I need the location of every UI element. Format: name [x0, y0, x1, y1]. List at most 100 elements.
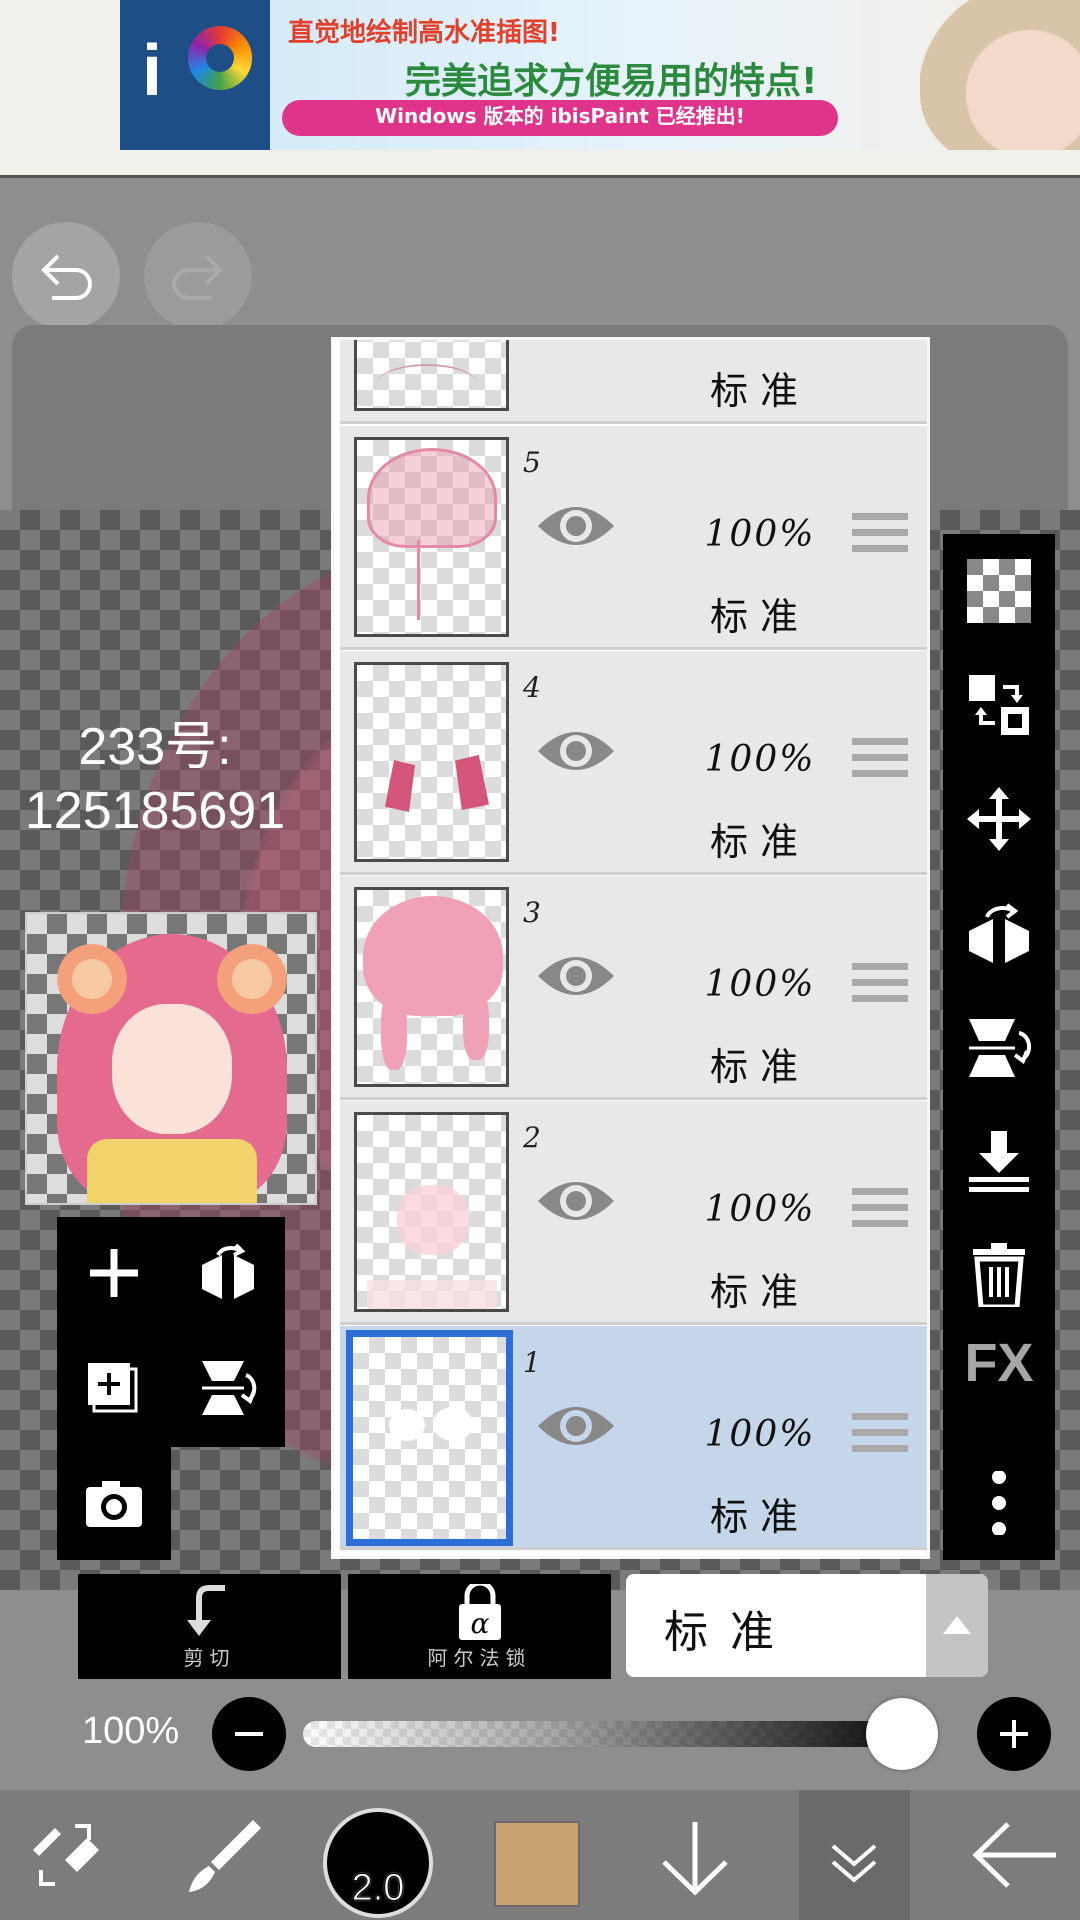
opacity-increase-button[interactable]: [977, 1697, 1051, 1771]
eye-icon[interactable]: [536, 948, 616, 1004]
flip-vertical-button[interactable]: [943, 990, 1055, 1104]
ad-headline: 直觉地绘制高水准插图!: [288, 18, 560, 48]
layer-blend-mode: 标准: [709, 1495, 810, 1539]
thumb-eye-highlight-art: [433, 1407, 473, 1441]
thumb-hair-art: [385, 760, 415, 812]
redo-button[interactable]: [144, 222, 252, 330]
color-swatch[interactable]: [494, 1821, 580, 1907]
watermark-line2: 125185691: [24, 782, 286, 840]
delete-layer-button[interactable]: [943, 1218, 1055, 1332]
thumb-hair-art: [463, 990, 489, 1060]
layer-tools-panel: [57, 1217, 285, 1447]
blend-mode-value: 标准: [664, 1607, 796, 1658]
drag-handle-icon[interactable]: [852, 963, 908, 1009]
back-arrow-icon: [972, 1822, 1056, 1888]
layer-down-button[interactable]: [645, 1790, 745, 1920]
flip-vertical-icon: [969, 1019, 1031, 1077]
layer-number: 5: [523, 446, 541, 479]
reference-preview[interactable]: [25, 912, 317, 1205]
duplicate-layer-button[interactable]: [57, 1331, 171, 1444]
triangle-up-icon[interactable]: [926, 1574, 988, 1677]
trash-icon: [973, 1243, 1025, 1307]
layer-row[interactable]: 4 100% 标准: [340, 651, 927, 875]
more-options-button[interactable]: [943, 1446, 1055, 1560]
layer-thumbnail: [354, 1112, 509, 1312]
layer-number: 3: [523, 896, 541, 929]
preview-flowers-right: [217, 944, 287, 1014]
flip-layer-horizontal-button[interactable]: [171, 1217, 285, 1330]
minus-icon: [235, 1732, 263, 1736]
flip-horizontal-button[interactable]: [943, 876, 1055, 990]
clipping-button[interactable]: 剪切: [78, 1574, 341, 1679]
add-layer-icon: [90, 1249, 138, 1297]
layer-menu-toggle-button[interactable]: [799, 1790, 910, 1920]
ad-banner[interactable]: i 直觉地绘制高水准插图! 完美追求方便易用的特点! Windows 版本的 i…: [120, 0, 1080, 150]
eye-icon[interactable]: [536, 1398, 616, 1454]
layer-row[interactable]: 5 100% 标准: [340, 426, 927, 650]
layer-row-selected[interactable]: 1 100% 标准: [340, 1326, 927, 1550]
transparent-fill-button[interactable]: [943, 534, 1055, 648]
layer-opacity: 100%: [704, 739, 816, 780]
flip-layer-horizontal-icon: [202, 1243, 254, 1299]
back-button[interactable]: [960, 1790, 1070, 1920]
layer-blend-mode: 标准: [709, 595, 810, 639]
tool-selector-button[interactable]: [0, 1790, 130, 1920]
canvas-watermark: 233号: 125185691: [0, 715, 310, 843]
add-layer-button[interactable]: [57, 1217, 171, 1330]
layer-blend-mode: 标准: [709, 820, 810, 864]
merge-down-button[interactable]: [943, 1104, 1055, 1218]
layer-swap-button[interactable]: [943, 648, 1055, 762]
merge-down-icon: [969, 1131, 1029, 1192]
thumb-strand-art: [417, 540, 437, 620]
duplicate-layer-icon: [88, 1363, 138, 1413]
opacity-slider[interactable]: [303, 1721, 933, 1747]
eye-icon[interactable]: [536, 498, 616, 554]
thumb-hair-art: [455, 755, 489, 810]
eye-icon[interactable]: [536, 723, 616, 779]
thumb-body-art: [367, 1280, 497, 1309]
blend-mode-select[interactable]: 标准: [626, 1574, 988, 1677]
layer-blend-mode: 标准: [709, 1270, 810, 1314]
drag-handle-icon[interactable]: [852, 1413, 908, 1459]
chevron-double-down-icon: [831, 1844, 877, 1883]
layer-thumbnail: [346, 1330, 513, 1546]
layer-thumbnail: [354, 662, 509, 862]
flip-layer-vertical-button[interactable]: [171, 1331, 285, 1444]
camera-button[interactable]: [57, 1447, 171, 1560]
layer-row[interactable]: 3 100% 标准: [340, 876, 927, 1100]
plus-icon: [1000, 1720, 1028, 1748]
ad-windows-notice: Windows 版本的 ibisPaint 已经推出!: [282, 100, 838, 136]
preview-face: [112, 1004, 232, 1134]
layer-opacity: 100%: [704, 1189, 816, 1230]
brush-size-value: 2.0: [351, 1867, 405, 1910]
ad-area: i 直觉地绘制高水准插图! 完美追求方便易用的特点! Windows 版本的 i…: [0, 0, 1080, 178]
arrow-down-icon: [662, 1822, 728, 1896]
watermark-line1: 233号:: [78, 718, 232, 776]
brush-button[interactable]: [170, 1790, 280, 1920]
opacity-value: 100%: [82, 1710, 180, 1752]
layer-row[interactable]: 2 100% 标准: [340, 1101, 927, 1325]
layer-row[interactable]: 标准: [340, 340, 927, 424]
clipping-label: 剪切: [183, 1646, 236, 1670]
eye-icon[interactable]: [536, 1173, 616, 1229]
layer-thumbnail: [354, 437, 509, 637]
thumb-face-art: [397, 1185, 469, 1255]
drag-handle-icon[interactable]: [852, 1188, 908, 1234]
right-toolbar: FX: [943, 534, 1055, 1560]
drag-handle-icon[interactable]: [852, 513, 908, 559]
fx-button[interactable]: FX: [943, 1332, 1055, 1446]
fx-icon: FX: [964, 1333, 1034, 1393]
opacity-slider-knob[interactable]: [866, 1698, 938, 1770]
thumb-hair-art: [367, 448, 497, 548]
preview-flowers-left: [57, 944, 127, 1014]
layer-opacity: 100%: [704, 1414, 816, 1455]
alpha-lock-button[interactable]: α 阿尔法锁: [348, 1574, 611, 1679]
undo-button[interactable]: [12, 222, 120, 330]
move-button[interactable]: [943, 762, 1055, 876]
move-icon: [967, 787, 1031, 851]
brush-size-button[interactable]: 2.0: [323, 1808, 433, 1918]
thumb-eye-highlight-art: [389, 1409, 425, 1441]
camera-icon: [86, 1481, 142, 1527]
drag-handle-icon[interactable]: [852, 738, 908, 784]
opacity-decrease-button[interactable]: [212, 1697, 286, 1771]
